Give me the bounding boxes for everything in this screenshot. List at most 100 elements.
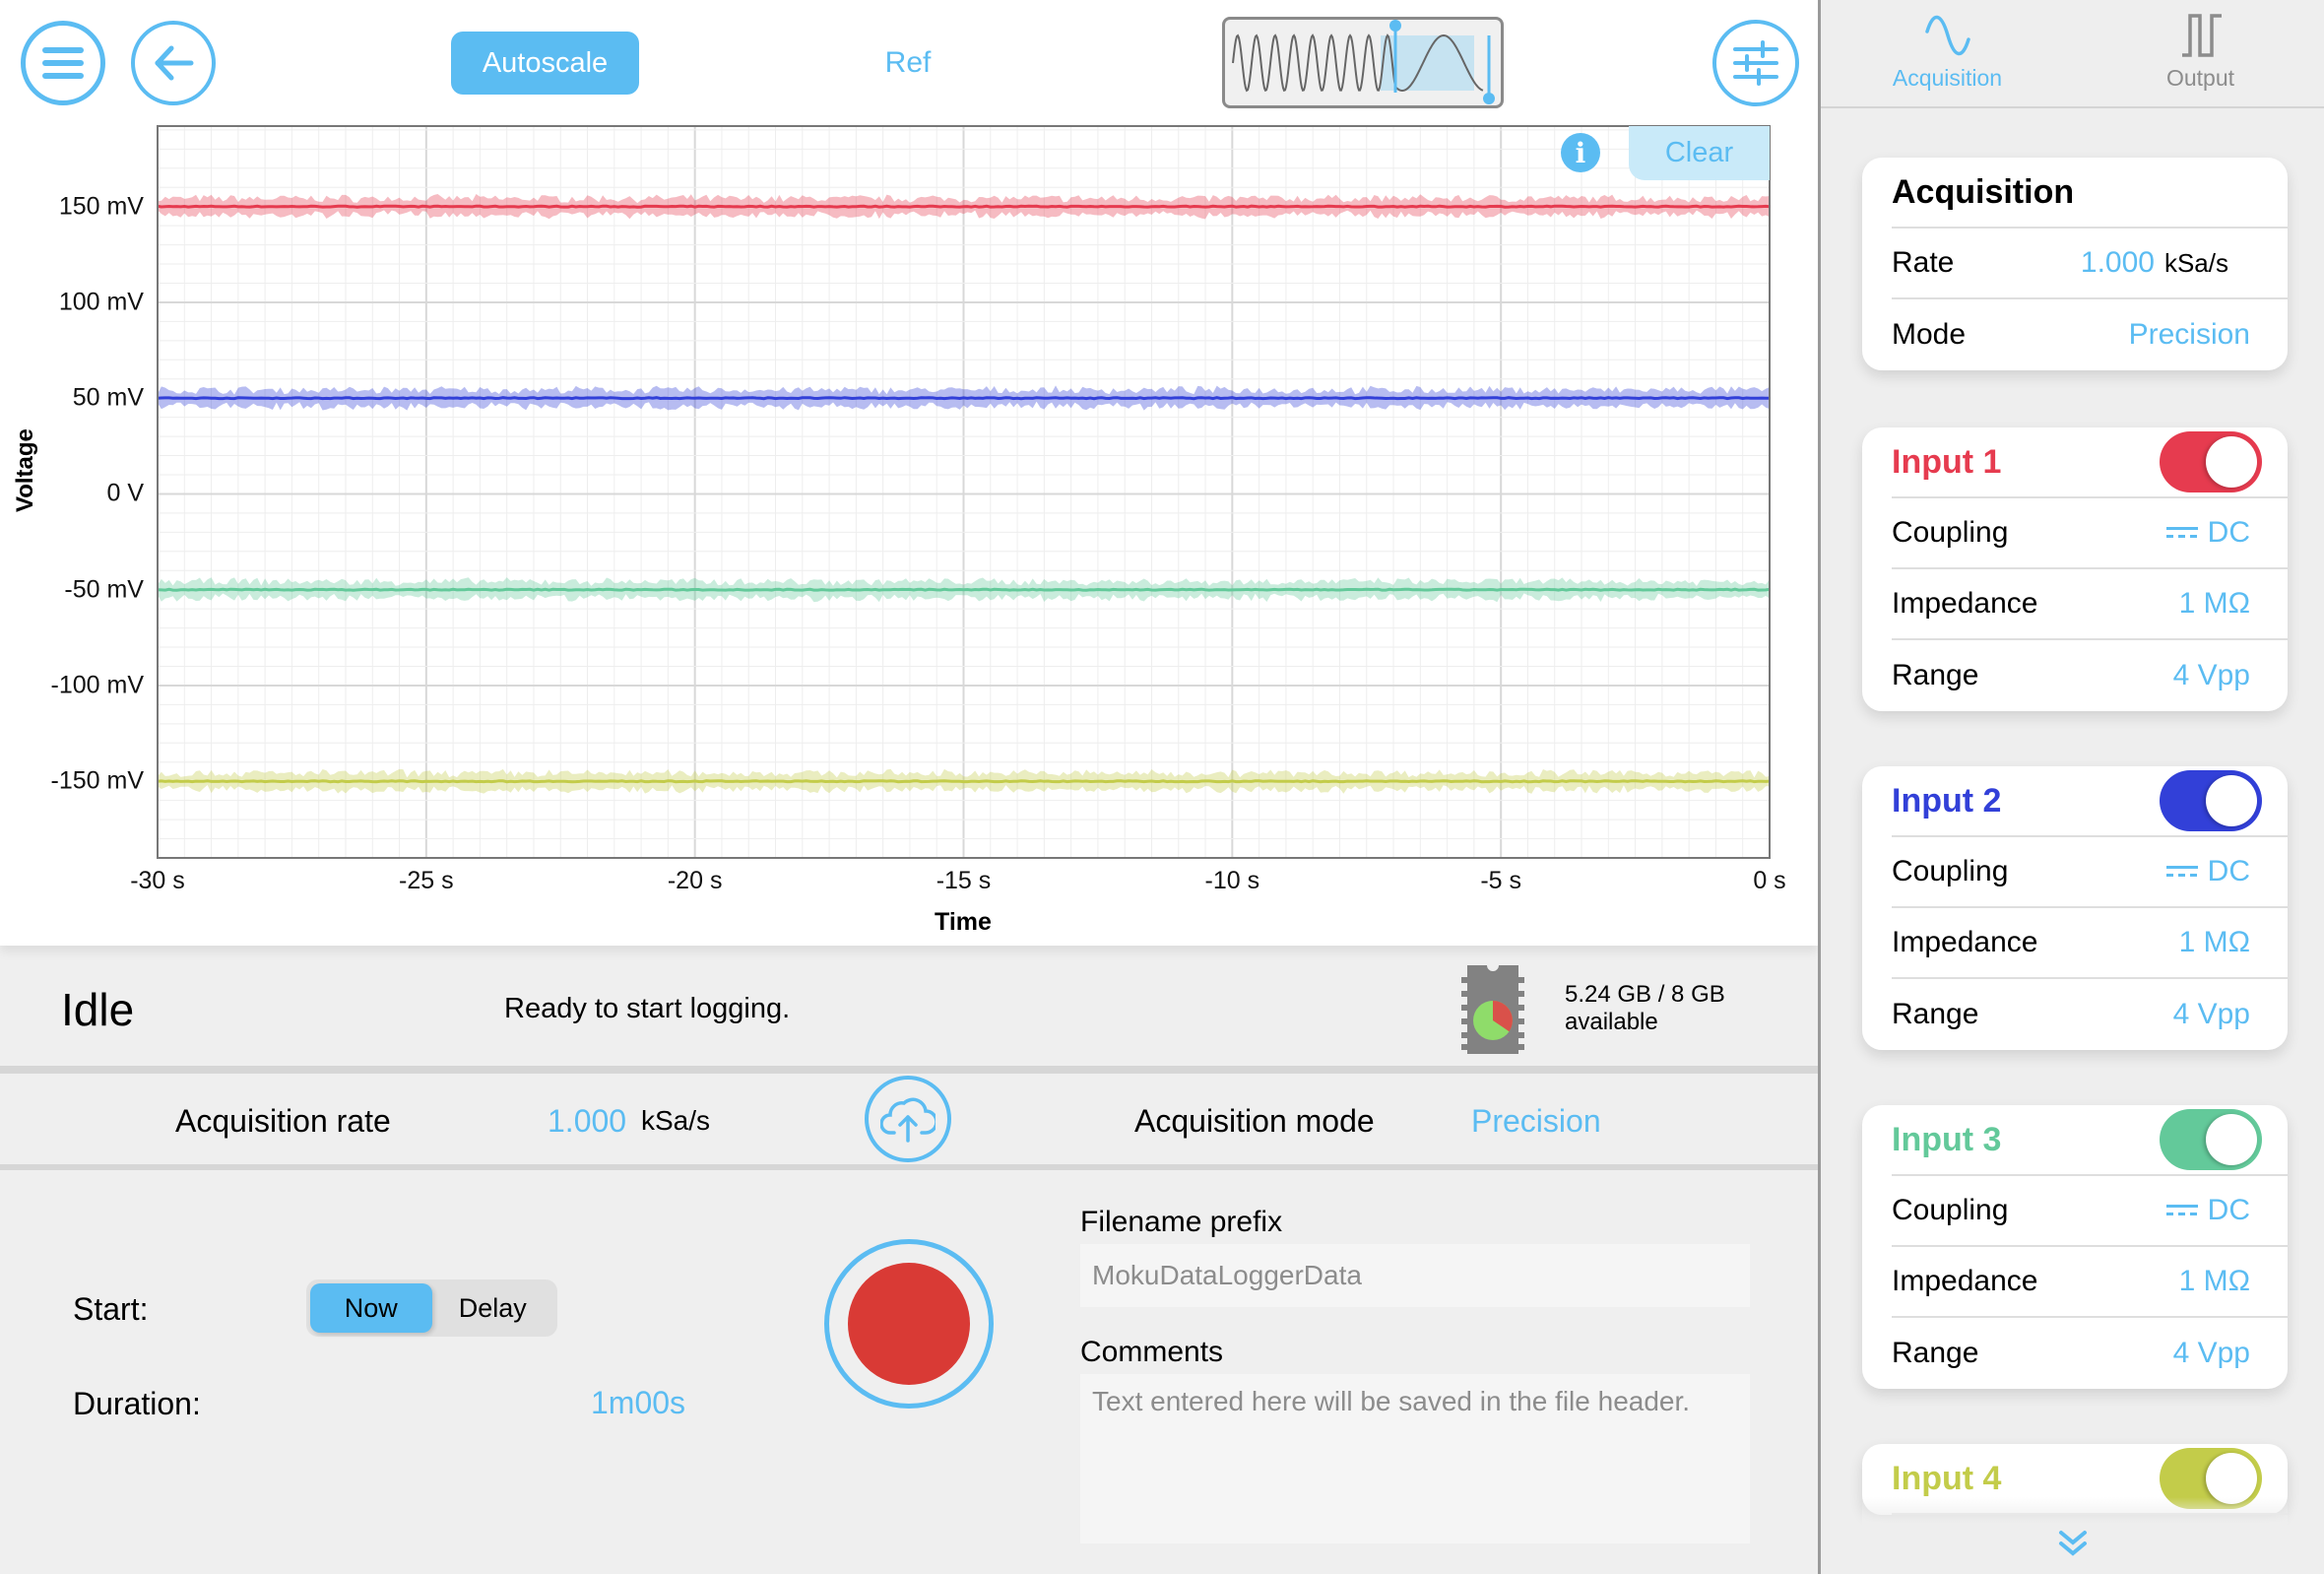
acquisition-mode-value[interactable]: Precision (1471, 1103, 1601, 1140)
impedance-value: 1 MΩ (2178, 587, 2250, 620)
y-tick-label: 0 V (106, 479, 144, 507)
chart-panel: Autoscale Ref Voltage 150 mV 100 mV 50 m… (0, 0, 1818, 946)
input-enable-toggle[interactable] (2160, 1109, 2262, 1170)
y-tick-label: -100 mV (50, 671, 144, 699)
coupling-value: DC (2207, 1194, 2250, 1226)
waveform-zoom-overview-icon (1232, 20, 1495, 104)
x-tick-label: -25 s (399, 867, 454, 894)
x-axis-title: Time (935, 908, 992, 936)
toggle-knob (2206, 1114, 2257, 1165)
input-title: Input 2 (1892, 781, 2002, 820)
y-tick-label: 100 mV (58, 288, 144, 316)
info-icon[interactable]: i (1561, 133, 1600, 172)
coupling-row[interactable]: Coupling DC (1892, 1176, 2288, 1247)
toggle-knob (2206, 436, 2257, 488)
plot-canvas[interactable] (0, 0, 1818, 946)
rate-unit: kSa/s (2163, 247, 2228, 278)
back-button[interactable] (131, 21, 216, 105)
record-button[interactable] (824, 1239, 994, 1409)
waveform-overview[interactable] (1222, 17, 1504, 108)
sidebar: Acquisition Output Acquisition Rate 1.00… (1818, 0, 2324, 1574)
x-tick-label: -15 s (936, 867, 992, 894)
tab-acquisition-label: Acquisition (1892, 65, 2003, 91)
impedance-row[interactable]: Impedance 1 MΩ (1892, 908, 2288, 979)
autoscale-button[interactable]: Autoscale (451, 32, 639, 95)
filename-prefix-input[interactable] (1080, 1244, 1750, 1307)
comments-label: Comments (1080, 1336, 1224, 1368)
coupling-label: Coupling (1892, 855, 2009, 887)
cloud-upload-icon (880, 1097, 936, 1143)
acquisition-card: Acquisition Rate 1.000 kSa/s Mode Precisi… (1862, 158, 2288, 370)
coupling-row[interactable]: Coupling DC (1892, 837, 2288, 908)
start-label: Start: (73, 1291, 149, 1327)
tab-output-label: Output (2165, 65, 2235, 91)
logging-controls: Start: Now Delay Duration: 1m00s Filenam… (0, 1170, 1818, 1574)
tab-acquisition[interactable]: Acquisition (1821, 0, 2074, 106)
coupling-value: DC (2207, 855, 2250, 887)
input-title: Input 3 (1892, 1120, 2002, 1158)
input-enable-toggle[interactable] (2160, 770, 2262, 831)
impedance-row[interactable]: Impedance 1 MΩ (1892, 1247, 2288, 1318)
divider (0, 1066, 1818, 1074)
duration-value[interactable]: 1m00s (591, 1385, 685, 1421)
settings-button[interactable] (1712, 20, 1799, 106)
status-row: Idle Ready to start logging. 5.24 GB / 8… (0, 946, 1818, 1066)
rate-label: Rate (1892, 246, 1955, 279)
x-tick-label: 0 s (1753, 867, 1786, 894)
storage-amount: 5.24 GB / 8 GB (1565, 981, 1725, 1008)
sine-wave-icon (1924, 15, 1970, 56)
double-chevron-down-icon[interactable] (2053, 1527, 2093, 1560)
dc-coupling-icon (2165, 527, 2198, 539)
status-message: Ready to start logging. (504, 993, 791, 1024)
input-enable-toggle[interactable] (2160, 431, 2262, 492)
start-now-option[interactable]: Now (310, 1283, 432, 1333)
impedance-label: Impedance (1892, 926, 2038, 958)
acquisition-rate-value[interactable]: 1.000 (548, 1103, 626, 1140)
range-label: Range (1892, 1337, 1979, 1369)
impedance-label: Impedance (1892, 587, 2038, 620)
y-tick-label: 50 mV (72, 383, 144, 412)
impedance-row[interactable]: Impedance 1 MΩ (1892, 569, 2288, 640)
series-line (157, 587, 1771, 592)
acquisition-rate-unit: kSa/s (641, 1105, 711, 1136)
coupling-label: Coupling (1892, 1194, 2009, 1226)
series-line (157, 204, 1771, 209)
range-row[interactable]: Range 4 Vpp (1892, 640, 2288, 711)
range-row[interactable]: Range 4 Vpp (1892, 1318, 2288, 1389)
coupling-row[interactable]: Coupling DC (1892, 498, 2288, 569)
duration-label: Duration: (73, 1386, 201, 1421)
y-tick-label: -150 mV (50, 766, 144, 795)
input-1-card: Input 1 Coupling DC Impedance 1 MΩ Range 4 Vpp (1862, 427, 2288, 711)
mode-row[interactable]: Mode Precision (1892, 299, 2288, 370)
comments-textarea[interactable] (1080, 1374, 1750, 1543)
acquisition-rate-label: Acquisition rate (175, 1103, 391, 1139)
start-delay-option[interactable]: Delay (432, 1283, 554, 1333)
rate-row[interactable]: Rate 1.000 kSa/s (1892, 229, 2288, 299)
sliders-icon (1733, 40, 1778, 86)
range-value: 4 Vpp (2172, 998, 2250, 1030)
range-label: Range (1892, 659, 1979, 691)
impedance-value: 1 MΩ (2178, 1265, 2250, 1297)
menu-button[interactable] (21, 21, 105, 105)
hamburger-menu-icon (42, 47, 84, 79)
y-tick-label: -50 mV (64, 575, 144, 604)
acquisition-card-title: Acquisition (1892, 172, 2075, 211)
y-axis-title: Voltage (12, 428, 38, 512)
toggle-knob (2206, 775, 2257, 826)
y-tick-label: 150 mV (58, 192, 144, 221)
upload-button[interactable] (865, 1076, 951, 1162)
x-tick-label: -5 s (1480, 867, 1521, 894)
input-2-card: Input 2 Coupling DC Impedance 1 MΩ Range 4 Vpp (1862, 766, 2288, 1050)
main-area: Autoscale Ref Voltage 150 mV 100 mV 50 m… (0, 0, 1818, 1574)
input-card-header: Input 2 (1892, 766, 2288, 837)
tab-output[interactable]: Output (2074, 0, 2324, 106)
input-title: Input 1 (1892, 442, 2002, 481)
impedance-value: 1 MΩ (2178, 926, 2250, 958)
acquisition-card-header: Acquisition (1892, 158, 2288, 229)
arrow-left-icon (155, 45, 194, 81)
range-row[interactable]: Range 4 Vpp (1892, 979, 2288, 1050)
ref-button[interactable]: Ref (867, 39, 949, 87)
mode-value: Precision (2128, 318, 2250, 351)
acquisition-summary-row: Acquisition rate 1.000 kSa/s Acquisition… (0, 1074, 1818, 1168)
clear-button[interactable]: Clear (1629, 126, 1770, 180)
